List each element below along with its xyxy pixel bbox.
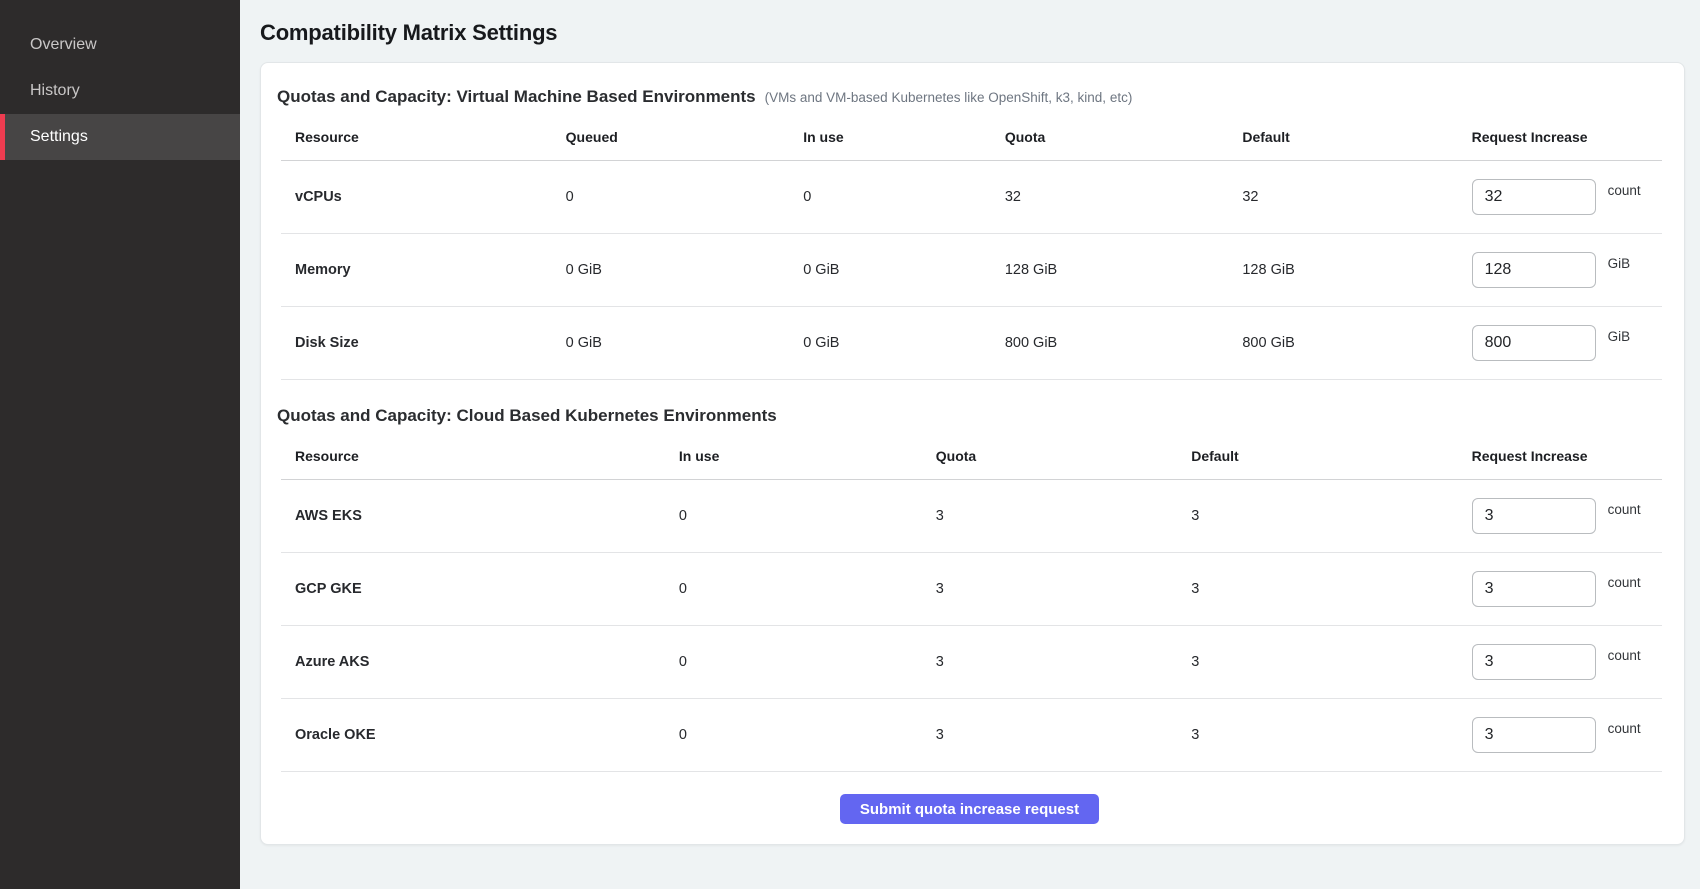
cell-queued: 0 GiB bbox=[552, 262, 790, 278]
col-header-quota: Quota bbox=[922, 448, 1177, 464]
cell-in-use: 0 bbox=[665, 508, 922, 524]
cell-quota: 32 bbox=[991, 189, 1229, 205]
cell-quota: 3 bbox=[922, 727, 1177, 743]
cell-resource: Oracle OKE bbox=[281, 727, 665, 743]
k8s-table-header: Resource In use Quota Default Request In… bbox=[281, 436, 1662, 480]
unit-label: GiB bbox=[1608, 256, 1631, 271]
cell-resource: AWS EKS bbox=[281, 508, 665, 524]
unit-label: count bbox=[1608, 721, 1641, 736]
cell-in-use: 0 GiB bbox=[789, 262, 991, 278]
submit-quota-increase-button[interactable]: Submit quota increase request bbox=[840, 794, 1099, 824]
cell-default: 3 bbox=[1177, 508, 1457, 524]
gcp-gke-request-increase-input[interactable] bbox=[1472, 571, 1596, 607]
cell-quota: 3 bbox=[922, 581, 1177, 597]
table-row-aws-eks: AWS EKS 0 3 3 count bbox=[281, 480, 1662, 553]
k8s-section-title: Quotas and Capacity: Cloud Based Kuberne… bbox=[277, 406, 777, 426]
oracle-oke-request-increase-input[interactable] bbox=[1472, 717, 1596, 753]
cell-default: 3 bbox=[1177, 654, 1457, 670]
table-row-oracle-oke: Oracle OKE 0 3 3 count bbox=[281, 699, 1662, 772]
cell-in-use: 0 bbox=[665, 581, 922, 597]
col-header-in-use: In use bbox=[665, 448, 922, 464]
col-header-quota: Quota bbox=[991, 129, 1229, 145]
k8s-quota-section: Quotas and Capacity: Cloud Based Kuberne… bbox=[277, 406, 1662, 772]
cell-quota: 3 bbox=[922, 508, 1177, 524]
cell-quota: 800 GiB bbox=[991, 335, 1229, 351]
cell-default: 128 GiB bbox=[1228, 262, 1457, 278]
col-header-request-increase: Request Increase bbox=[1458, 129, 1662, 145]
vm-section-subtitle: (VMs and VM-based Kubernetes like OpenSh… bbox=[765, 90, 1133, 105]
cell-resource: Memory bbox=[281, 262, 552, 278]
sidebar-item-settings[interactable]: Settings bbox=[0, 114, 240, 160]
cell-resource: Azure AKS bbox=[281, 654, 665, 670]
unit-label: count bbox=[1608, 183, 1641, 198]
col-header-resource: Resource bbox=[281, 448, 665, 464]
cell-default: 3 bbox=[1177, 727, 1457, 743]
table-row-gcp-gke: GCP GKE 0 3 3 count bbox=[281, 553, 1662, 626]
settings-card: Quotas and Capacity: Virtual Machine Bas… bbox=[260, 62, 1685, 845]
col-header-in-use: In use bbox=[789, 129, 991, 145]
cell-queued: 0 GiB bbox=[552, 335, 790, 351]
table-row-vcpus: vCPUs 0 0 32 32 count bbox=[281, 161, 1662, 234]
table-row-azure-aks: Azure AKS 0 3 3 count bbox=[281, 626, 1662, 699]
sidebar: Overview History Settings bbox=[0, 0, 240, 889]
col-header-default: Default bbox=[1228, 129, 1457, 145]
col-header-default: Default bbox=[1177, 448, 1457, 464]
main-content: Compatibility Matrix Settings Quotas and… bbox=[240, 0, 1700, 889]
cell-in-use: 0 bbox=[665, 727, 922, 743]
azure-aks-request-increase-input[interactable] bbox=[1472, 644, 1596, 680]
cell-in-use: 0 bbox=[665, 654, 922, 670]
cell-in-use: 0 GiB bbox=[789, 335, 991, 351]
table-row-memory: Memory 0 GiB 0 GiB 128 GiB 128 GiB GiB bbox=[281, 234, 1662, 307]
cell-default: 3 bbox=[1177, 581, 1457, 597]
cell-resource: vCPUs bbox=[281, 189, 552, 205]
cell-default: 32 bbox=[1228, 189, 1457, 205]
aws-eks-request-increase-input[interactable] bbox=[1472, 498, 1596, 534]
col-header-request-increase: Request Increase bbox=[1458, 448, 1662, 464]
disk-size-request-increase-input[interactable] bbox=[1472, 325, 1596, 361]
page-title: Compatibility Matrix Settings bbox=[260, 20, 1685, 46]
k8s-quota-table: Resource In use Quota Default Request In… bbox=[281, 436, 1662, 772]
col-header-resource: Resource bbox=[281, 129, 552, 145]
unit-label: GiB bbox=[1608, 329, 1631, 344]
memory-request-increase-input[interactable] bbox=[1472, 252, 1596, 288]
unit-label: count bbox=[1608, 502, 1641, 517]
cell-resource: Disk Size bbox=[281, 335, 552, 351]
cell-default: 800 GiB bbox=[1228, 335, 1457, 351]
vm-quota-table: Resource Queued In use Quota Default Req… bbox=[281, 117, 1662, 380]
vm-table-header: Resource Queued In use Quota Default Req… bbox=[281, 117, 1662, 161]
table-row-disk-size: Disk Size 0 GiB 0 GiB 800 GiB 800 GiB Gi… bbox=[281, 307, 1662, 380]
cell-in-use: 0 bbox=[789, 189, 991, 205]
cell-queued: 0 bbox=[552, 189, 790, 205]
sidebar-item-history[interactable]: History bbox=[0, 68, 240, 114]
unit-label: count bbox=[1608, 648, 1641, 663]
col-header-queued: Queued bbox=[552, 129, 790, 145]
unit-label: count bbox=[1608, 575, 1641, 590]
vcpus-request-increase-input[interactable] bbox=[1472, 179, 1596, 215]
vm-section-title: Quotas and Capacity: Virtual Machine Bas… bbox=[277, 87, 756, 107]
cell-quota: 128 GiB bbox=[991, 262, 1229, 278]
cell-resource: GCP GKE bbox=[281, 581, 665, 597]
sidebar-item-overview[interactable]: Overview bbox=[0, 22, 240, 68]
cell-quota: 3 bbox=[922, 654, 1177, 670]
vm-quota-section: Quotas and Capacity: Virtual Machine Bas… bbox=[277, 87, 1662, 380]
